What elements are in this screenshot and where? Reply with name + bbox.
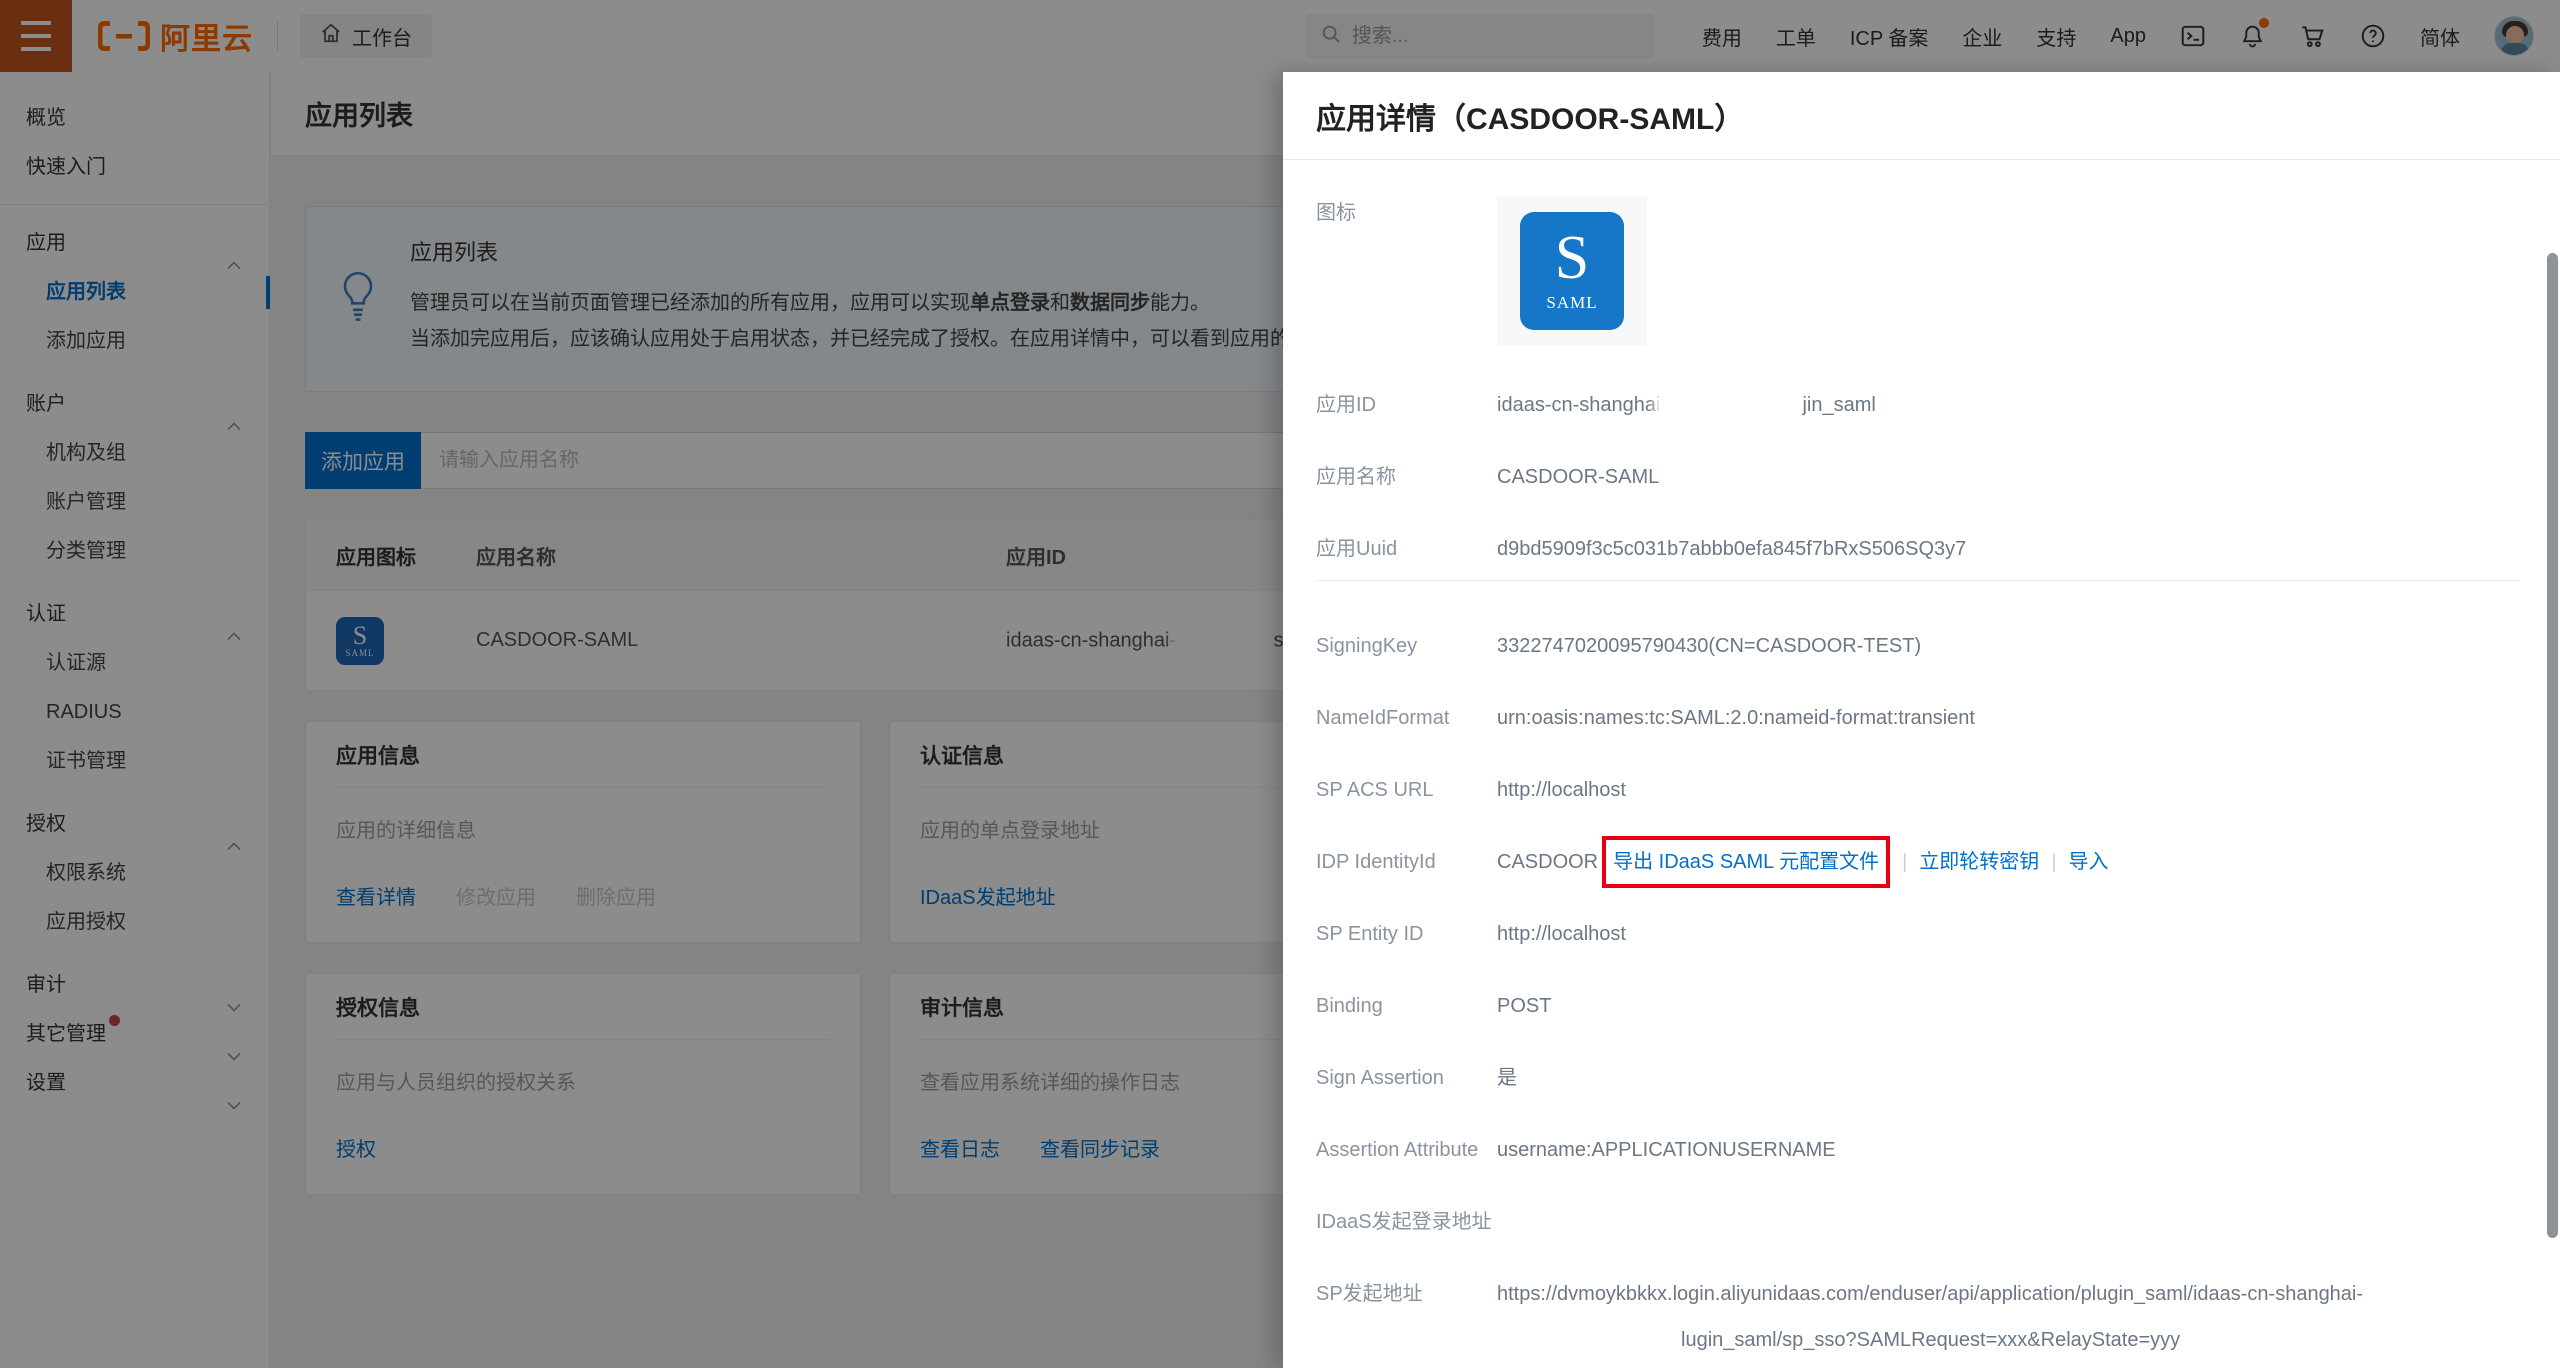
drawer-title: 应用详情（CASDOOR-SAML）	[1316, 94, 1744, 138]
field-idp-identity-id: IDP IdentityId CASDOOR导出 IDaaS SAML 元配置文…	[1316, 849, 2520, 875]
saml-app-icon-large: SSAML	[1520, 212, 1624, 330]
field-assertion-attribute: Assertion Attribute username:APPLICATION…	[1316, 1137, 2520, 1163]
field-name-id-format: NameIdFormat urn:oasis:names:tc:SAML:2.0…	[1316, 705, 2520, 731]
field-app-uuid: 应用Uuid d9bd5909f3c5c031b7abbb0efa845f7bR…	[1316, 536, 2520, 562]
red-highlight-box: 导出 IDaaS SAML 元配置文件	[1602, 836, 1890, 888]
field-binding: Binding POST	[1316, 993, 2520, 1019]
redaction	[1660, 394, 1802, 418]
field-idaas-login-url: IDaaS发起登录地址	[1316, 1209, 2520, 1235]
page: 阿里云 工作台 费用 工单 ICP 备案 企业 支持 App	[0, 0, 2560, 1368]
field-sp-entity-id: SP Entity ID http://localhost	[1316, 921, 2520, 947]
export-saml-metadata-link[interactable]: 导出 IDaaS SAML 元配置文件	[1613, 851, 1879, 873]
import-link[interactable]: 导入	[2069, 851, 2109, 873]
app-detail-drawer: 应用详情（CASDOOR-SAML） 图标 SSAML 应用ID idaas-c…	[1283, 72, 2560, 1368]
field-sign-assertion: Sign Assertion 是	[1316, 1065, 2520, 1091]
field-icon: 图标 SSAML	[1316, 196, 2520, 346]
field-sp-initiated-url: SP发起地址 https://dvmoykbkkx.login.aliyunid…	[1316, 1281, 2520, 1353]
field-app-id: 应用ID idaas-cn-shanghaijin_saml	[1316, 392, 2520, 418]
drawer-divider	[1316, 580, 2520, 581]
redaction	[1597, 1329, 1681, 1353]
drawer-scrollbar-thumb[interactable]	[2547, 253, 2558, 1238]
field-app-name: 应用名称 CASDOOR-SAML	[1316, 464, 2520, 490]
rotate-key-link[interactable]: 立即轮转密钥	[1919, 851, 2039, 873]
drawer-body: 图标 SSAML 应用ID idaas-cn-shanghaijin_saml …	[1283, 160, 2560, 1367]
field-signing-key: SigningKey 3322747020095790430(CN=CASDOO…	[1316, 633, 2520, 659]
field-sp-acs-url: SP ACS URL http://localhost	[1316, 777, 2520, 803]
drawer-header: 应用详情（CASDOOR-SAML）	[1283, 72, 2560, 160]
